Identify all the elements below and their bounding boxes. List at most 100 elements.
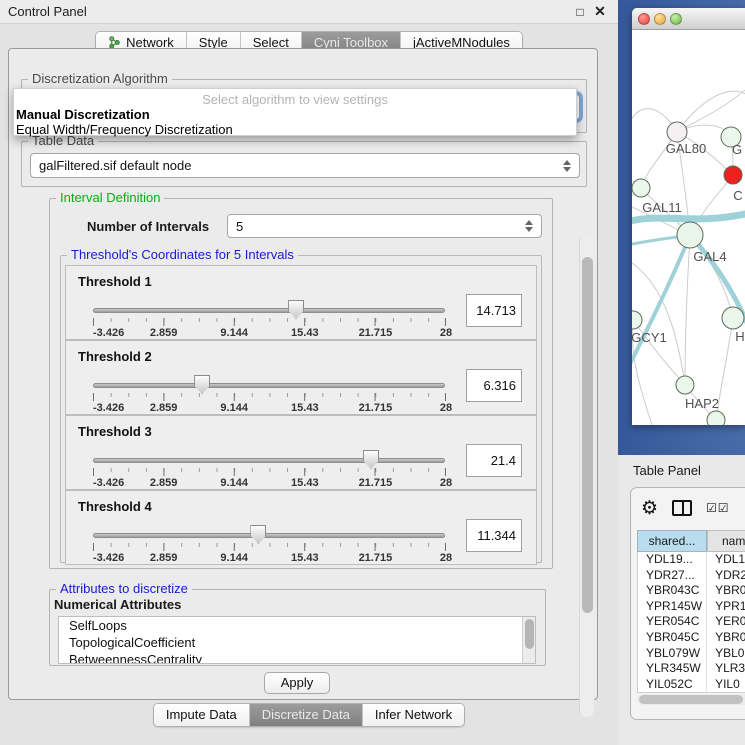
number-of-intervals-combobox[interactable]: 5 <box>227 214 542 238</box>
threshold-2-label: Threshold 2 <box>78 349 152 364</box>
number-of-intervals-label: Number of Intervals <box>87 219 209 234</box>
threshold-2-value-field[interactable]: 6.316 <box>466 369 522 402</box>
threshold-2-box: Threshold 2 -3.4262.859 9.14415.43 21.71… <box>65 340 537 415</box>
list-item[interactable]: SelfLoops <box>59 617 535 634</box>
network-node[interactable] <box>677 222 703 248</box>
scrollbar-thumb[interactable] <box>525 619 534 649</box>
close-traffic-light-icon[interactable] <box>638 13 650 25</box>
network-node[interactable] <box>722 307 744 329</box>
network-canvas[interactable]: GAL80GCGAL11GAL4GCY1HHAP2 <box>632 30 745 425</box>
threshold-3-slider[interactable]: -3.4262.859 9.14415.43 21.71528 <box>93 452 445 486</box>
threshold-1-slider[interactable]: -3.4262.859 9.14415.43 21.71528 <box>93 302 445 336</box>
thresholds-subgroup: Threshold's Coordinates for 5 Intervals … <box>60 255 542 563</box>
threshold-slider-handle[interactable] <box>250 525 266 544</box>
threshold-4-value-field[interactable]: 11.344 <box>466 519 522 552</box>
slider-scale-labels: -3.4262.859 9.14415.43 21.71528 <box>93 477 446 489</box>
table-row[interactable]: YBR045C YBR0 <box>638 630 745 646</box>
network-node-label: H <box>735 329 744 344</box>
attributes-group-title: Attributes to discretize <box>56 581 192 596</box>
network-node[interactable] <box>724 166 742 184</box>
minimize-traffic-light-icon[interactable] <box>654 13 666 25</box>
threshold-4-slider[interactable]: -3.4262.859 9.14415.43 21.71528 <box>93 527 445 561</box>
table-panel-region: Table Panel ⚙ ☑☑ shared... name YDL19...… <box>618 455 745 745</box>
network-node-label: G <box>732 142 742 157</box>
network-node-label: GAL4 <box>693 249 726 264</box>
table-row[interactable]: YLR345W YLR3 <box>638 661 745 677</box>
network-node-label: HAP2 <box>685 396 719 411</box>
threshold-4-label: Threshold 4 <box>78 499 152 514</box>
table-row[interactable]: YDR27... YDR2 <box>638 568 745 584</box>
network-node[interactable] <box>676 376 694 394</box>
threshold-3-label: Threshold 3 <box>78 424 152 439</box>
network-window-titlebar[interactable] <box>632 8 745 30</box>
list-item[interactable]: BetweennessCentrality <box>59 651 535 664</box>
popup-option-manual[interactable]: Manual Discretization <box>14 107 576 122</box>
slider-scale-labels: -3.4262.859 9.14415.43 21.71528 <box>93 552 446 564</box>
list-item[interactable]: TopologicalCoefficient <box>59 634 535 651</box>
attributes-group: Attributes to discretize Numerical Attri… <box>49 589 546 666</box>
threshold-slider-handle[interactable] <box>194 375 210 394</box>
zoom-traffic-light-icon[interactable] <box>670 13 682 25</box>
table-data-group: Table Data galFiltered.sif default node <box>21 141 587 187</box>
node-table: shared... name YDL19... YDL1 YDR27... YD… <box>637 530 745 693</box>
network-node-label: GCY1 <box>632 330 667 345</box>
network-view-window[interactable]: GAL80GCGAL11GAL4GCY1HHAP2 <box>632 8 745 425</box>
gear-icon[interactable]: ⚙ <box>641 499 658 518</box>
right-region: GAL80GCGAL11GAL4GCY1HHAP2 Table Panel ⚙ … <box>618 0 745 745</box>
threshold-1-value-field[interactable]: 14.713 <box>466 294 522 327</box>
interval-definition-title: Interval Definition <box>56 190 164 205</box>
column-header-name[interactable]: name <box>707 530 745 552</box>
split-columns-icon[interactable] <box>672 500 692 516</box>
network-node[interactable] <box>667 122 687 142</box>
slider-scale-labels: -3.4262.859 9.14415.43 21.71528 <box>93 327 446 339</box>
threshold-3-value-field[interactable]: 21.4 <box>466 444 522 477</box>
interval-definition-group: Interval Definition Number of Intervals … <box>49 198 553 569</box>
network-node-label: GAL11 <box>642 200 682 215</box>
control-panel-titlebar: Control Panel □ ✕ <box>0 0 618 24</box>
threshold-4-box: Threshold 4 -3.4262.859 9.14415.43 21.71… <box>65 490 537 565</box>
popup-option-equal-width[interactable]: Equal Width/Frequency Discretization <box>14 122 576 137</box>
panel-title: Control Panel <box>8 4 570 19</box>
tab-discretize-data[interactable]: Discretize Data <box>250 704 363 726</box>
table-data-combobox[interactable]: galFiltered.sif default node <box>30 153 580 178</box>
numerical-attributes-list[interactable]: SelfLoops TopologicalCoefficient Between… <box>58 616 536 664</box>
discretization-algorithm-title: Discretization Algorithm <box>28 71 172 86</box>
threshold-1-box: Threshold 1 -3.4262.859 9.14415.43 21.71… <box>65 265 537 340</box>
slider-rail[interactable] <box>93 383 445 388</box>
list-scrollbar[interactable] <box>522 617 535 663</box>
close-icon[interactable]: ✕ <box>590 3 610 20</box>
cyni-content-frame: Discretization Algorithm Table Data galF… <box>8 48 598 700</box>
slider-rail[interactable] <box>93 533 445 538</box>
threshold-slider-handle[interactable] <box>288 300 304 319</box>
table-header-row: shared... name <box>637 530 745 552</box>
apply-button[interactable]: Apply <box>264 672 330 694</box>
tab-impute-data[interactable]: Impute Data <box>154 704 250 726</box>
checkbox-columns-icon[interactable]: ☑☑ <box>706 501 730 515</box>
scrollbar-thumb[interactable] <box>582 257 593 613</box>
slider-rail[interactable] <box>93 308 445 313</box>
table-row[interactable]: YBR043C YBR0 <box>638 583 745 599</box>
tab-infer-network[interactable]: Infer Network <box>363 704 464 726</box>
thresholds-subgroup-title: Threshold's Coordinates for 5 Intervals <box>67 247 298 262</box>
main-vertical-scrollbar[interactable] <box>579 235 594 717</box>
threshold-slider-handle[interactable] <box>363 450 379 469</box>
network-node-label: GAL80 <box>666 141 706 156</box>
combo-stepper-icon <box>517 220 533 232</box>
threshold-1-label: Threshold 1 <box>78 274 152 289</box>
table-row[interactable]: YBL079W YBL0 <box>638 646 745 662</box>
network-node[interactable] <box>632 179 650 197</box>
scrollbar-thumb[interactable] <box>639 695 743 704</box>
threshold-2-slider[interactable]: -3.4262.859 9.14415.43 21.71528 <box>93 377 445 411</box>
slider-rail[interactable] <box>93 458 445 463</box>
table-row[interactable]: YIL052C YIL0 <box>638 677 745 693</box>
table-toolbar: ⚙ ☑☑ <box>641 494 745 522</box>
table-row[interactable]: YDL19... YDL1 <box>638 552 745 568</box>
table-row[interactable]: YER054C YER0 <box>638 614 745 630</box>
column-header-shared-name[interactable]: shared... <box>637 530 707 552</box>
float-window-icon[interactable]: □ <box>570 5 590 19</box>
network-node[interactable] <box>707 411 725 425</box>
table-row[interactable]: YPR145W YPR1 <box>638 599 745 615</box>
network-node[interactable] <box>632 311 642 329</box>
numerical-attributes-label: Numerical Attributes <box>54 597 181 612</box>
table-horizontal-scrollbar[interactable] <box>637 694 745 705</box>
